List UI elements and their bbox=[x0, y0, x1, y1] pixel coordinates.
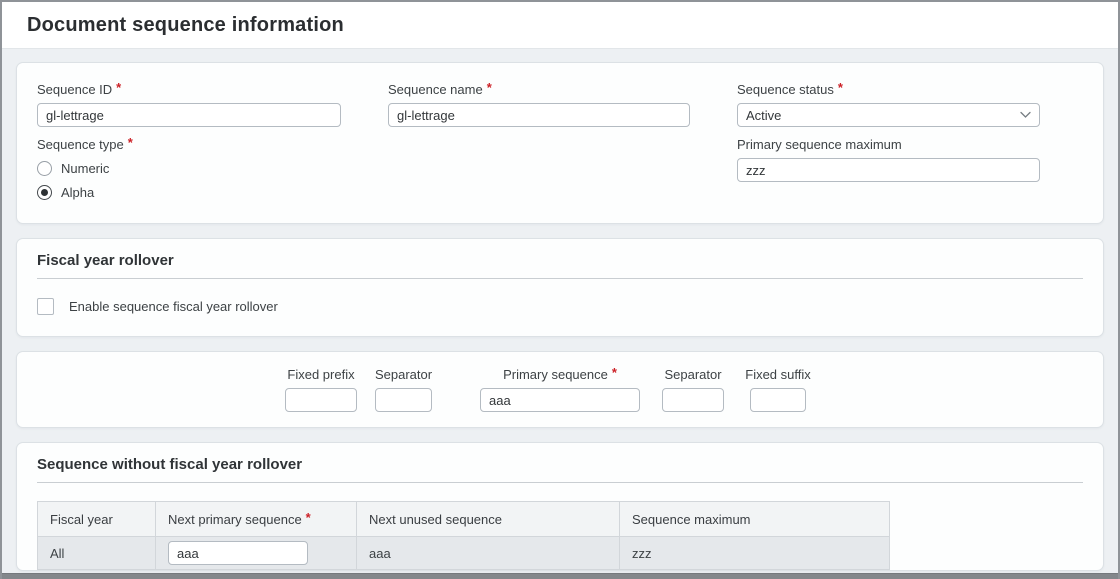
fiscal-year-rollover-title: Fiscal year rollover bbox=[37, 252, 1083, 279]
grid-spacer bbox=[388, 137, 690, 203]
sequence-status-select-wrap: Active bbox=[737, 103, 1040, 127]
sequence-table: Fiscal year Next primary sequence* Next … bbox=[37, 501, 890, 570]
enable-rollover-checkbox[interactable] bbox=[37, 298, 54, 315]
next-primary-sequence-input[interactable] bbox=[168, 541, 308, 565]
sequence-maximum-cell: zzz bbox=[620, 537, 890, 570]
col-sequence-maximum: Sequence maximum bbox=[620, 502, 890, 537]
radio-option-numeric[interactable]: Numeric bbox=[37, 158, 341, 179]
table-row: All aaa zzz bbox=[38, 537, 890, 570]
fixed-prefix-field: Fixed prefix bbox=[285, 367, 357, 412]
sequence-table-header-row: Fiscal year Next primary sequence* Next … bbox=[38, 502, 890, 537]
next-unused-sequence-cell: aaa bbox=[357, 537, 620, 570]
separator-1-input[interactable] bbox=[375, 388, 432, 412]
sequence-type-label: Sequence type* bbox=[37, 137, 341, 152]
fiscal-year-rollover-section: Fiscal year rollover Enable sequence fis… bbox=[16, 238, 1104, 337]
sequence-format-section: Fixed prefix Separator Primary sequence*… bbox=[16, 351, 1104, 428]
sequence-status-field: Sequence status* Active bbox=[737, 82, 1040, 127]
col-fiscal-year: Fiscal year bbox=[38, 502, 156, 537]
document-sequence-window: Document sequence information Sequence I… bbox=[0, 0, 1120, 579]
enable-rollover-row[interactable]: Enable sequence fiscal year rollover bbox=[37, 298, 1083, 315]
sequence-without-rollover-title: Sequence without fiscal year rollover bbox=[37, 456, 1083, 483]
sequence-id-field: Sequence ID* bbox=[37, 82, 341, 127]
separator-1-label: Separator bbox=[375, 367, 432, 382]
primary-sequence-maximum-input[interactable] bbox=[737, 158, 1040, 182]
sequence-name-input[interactable] bbox=[388, 103, 690, 127]
sequence-status-select[interactable]: Active bbox=[737, 103, 1040, 127]
sequence-status-label: Sequence status* bbox=[737, 82, 1040, 97]
col-next-primary-sequence: Next primary sequence* bbox=[156, 502, 357, 537]
sequence-name-label: Sequence name* bbox=[388, 82, 690, 97]
primary-sequence-maximum-field: Primary sequence maximum bbox=[737, 137, 1040, 203]
alpha-radio[interactable] bbox=[37, 185, 52, 200]
alpha-radio-label[interactable]: Alpha bbox=[61, 185, 94, 200]
window-bottom-edge bbox=[2, 573, 1118, 579]
fixed-suffix-label: Fixed suffix bbox=[745, 367, 811, 382]
numeric-radio-label[interactable]: Numeric bbox=[61, 161, 109, 176]
radio-option-alpha[interactable]: Alpha bbox=[37, 182, 341, 203]
separator-2-field: Separator bbox=[662, 367, 724, 412]
col-next-unused-sequence: Next unused sequence bbox=[357, 502, 620, 537]
enable-rollover-label[interactable]: Enable sequence fiscal year rollover bbox=[69, 299, 278, 314]
sequence-name-field: Sequence name* bbox=[388, 82, 690, 127]
primary-sequence-maximum-label: Primary sequence maximum bbox=[737, 137, 1040, 152]
primary-sequence-field: Primary sequence* bbox=[480, 367, 640, 412]
fixed-suffix-input[interactable] bbox=[750, 388, 806, 412]
next-primary-sequence-cell bbox=[156, 537, 357, 570]
required-marker: * bbox=[487, 80, 492, 95]
page-content: Sequence ID* Sequence name* Sequence sta… bbox=[2, 49, 1118, 573]
page-header: Document sequence information bbox=[2, 2, 1118, 49]
general-info-section: Sequence ID* Sequence name* Sequence sta… bbox=[16, 62, 1104, 224]
primary-sequence-label: Primary sequence* bbox=[503, 367, 617, 382]
separator-1-field: Separator bbox=[375, 367, 432, 412]
page-title: Document sequence information bbox=[27, 14, 344, 37]
sequence-without-rollover-section: Sequence without fiscal year rollover Fi… bbox=[16, 442, 1104, 571]
primary-sequence-input[interactable] bbox=[480, 388, 640, 412]
sequence-type-field: Sequence type* Numeric Alpha bbox=[37, 137, 341, 203]
required-marker: * bbox=[306, 510, 311, 525]
required-marker: * bbox=[838, 80, 843, 95]
required-marker: * bbox=[116, 80, 121, 95]
fiscal-year-cell: All bbox=[38, 537, 156, 570]
sequence-id-input[interactable] bbox=[37, 103, 341, 127]
general-fields-grid: Sequence ID* Sequence name* Sequence sta… bbox=[37, 82, 1083, 203]
fixed-suffix-field: Fixed suffix bbox=[750, 367, 806, 412]
required-marker: * bbox=[128, 135, 133, 150]
separator-2-label: Separator bbox=[664, 367, 721, 382]
separator-2-input[interactable] bbox=[662, 388, 724, 412]
sequence-id-label: Sequence ID* bbox=[37, 82, 341, 97]
numeric-radio[interactable] bbox=[37, 161, 52, 176]
fixed-prefix-label: Fixed prefix bbox=[287, 367, 354, 382]
required-marker: * bbox=[612, 365, 617, 380]
fixed-prefix-input[interactable] bbox=[285, 388, 357, 412]
